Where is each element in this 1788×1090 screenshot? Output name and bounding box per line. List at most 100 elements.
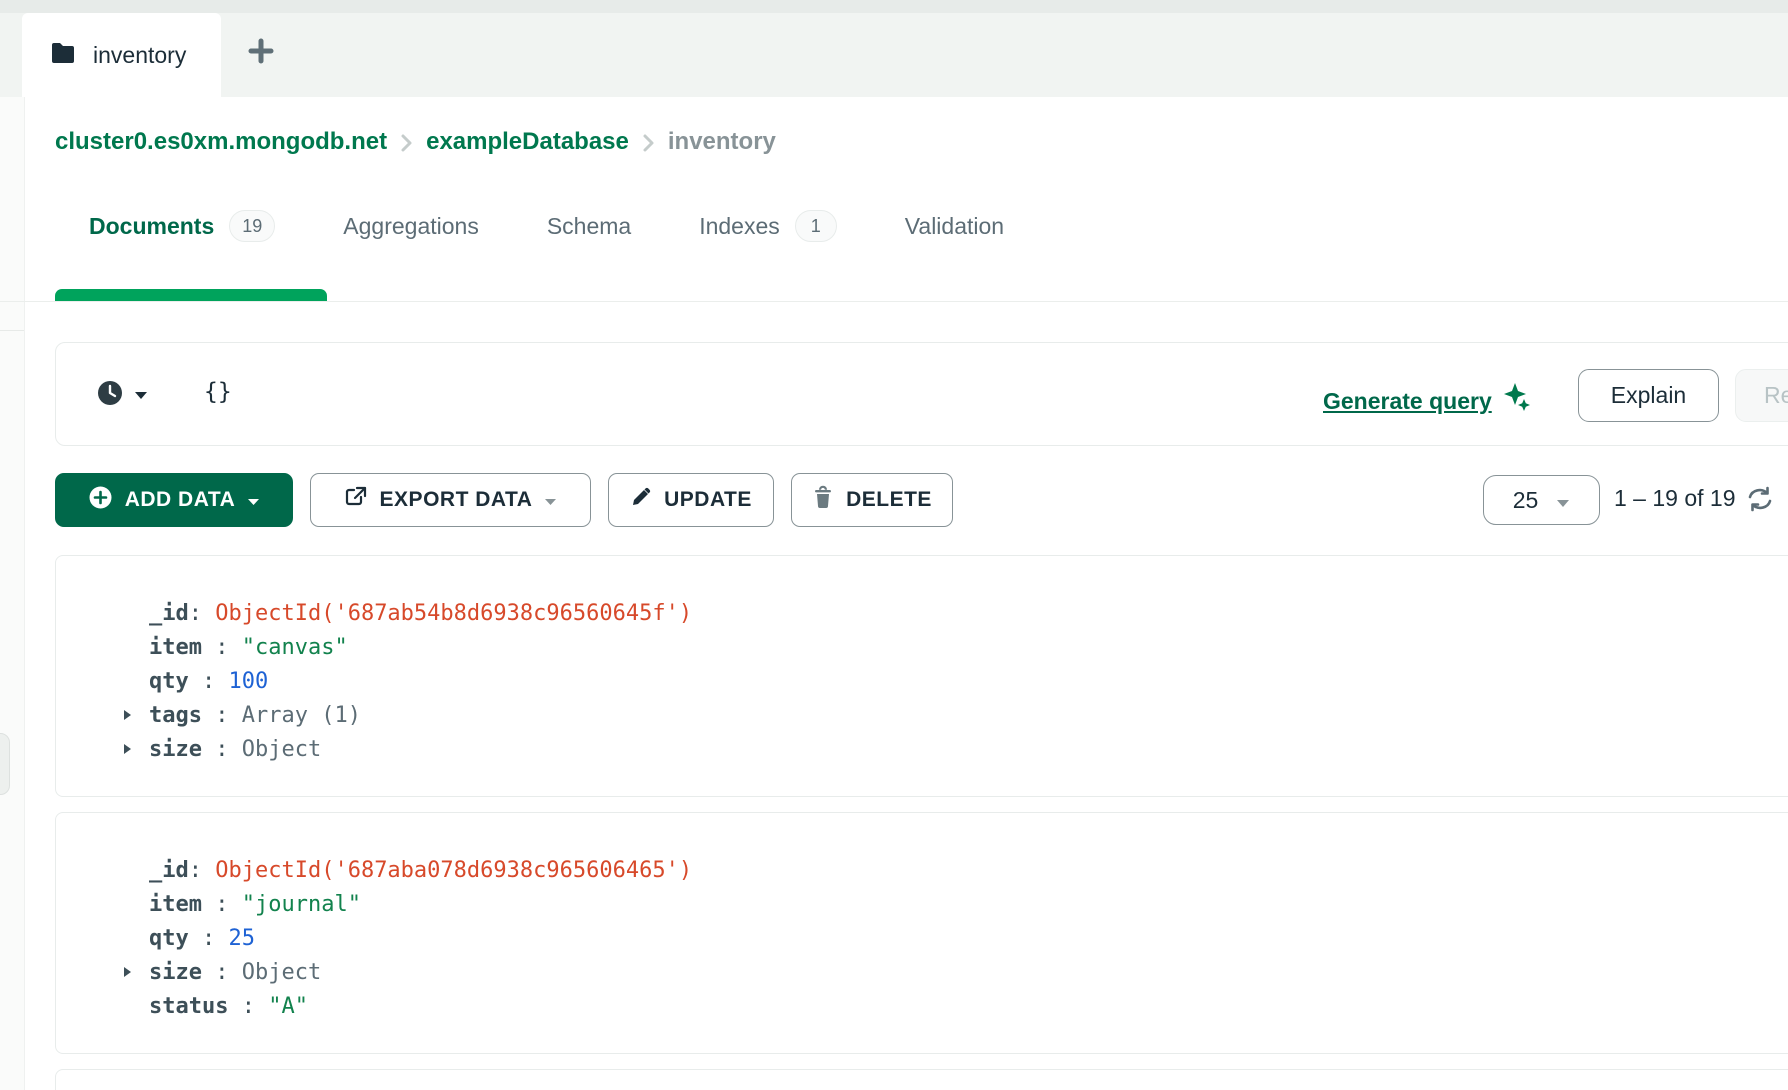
- tab-indexes-label: Indexes: [699, 213, 780, 240]
- breadcrumb-cluster[interactable]: cluster0.es0xm.mongodb.net: [55, 128, 387, 156]
- breadcrumb-collection: inventory: [668, 128, 776, 156]
- field-key: qty: [149, 669, 189, 694]
- document-card[interactable]: _id : ObjectId('687aba078d6938c965606465…: [55, 812, 1788, 1054]
- field-value: "journal": [242, 892, 361, 917]
- field-value: 100: [229, 669, 269, 694]
- tabbar-top-strip: [0, 0, 1788, 13]
- field-key: _id: [149, 858, 189, 883]
- tab-indexes[interactable]: Indexes 1: [665, 210, 871, 242]
- update-button[interactable]: UPDATE: [608, 473, 774, 527]
- crud-toolbar: ADD DATA EXPORT DATA UPDATE: [0, 473, 1788, 527]
- breadcrumb: cluster0.es0xm.mongodb.net exampleDataba…: [55, 128, 776, 156]
- field-value: ObjectId('687ab54b8d6938c96560645f'): [215, 601, 692, 626]
- field-key: qty: [149, 926, 189, 951]
- field-key: item: [149, 892, 202, 917]
- explain-button-label: Explain: [1611, 382, 1686, 409]
- field-separator: :: [202, 960, 242, 985]
- field-key: _id: [149, 601, 189, 626]
- tabs-divider: [0, 301, 1788, 302]
- tab-aggregations[interactable]: Aggregations: [309, 213, 513, 240]
- field-value: ObjectId('687aba078d6938c965606465'): [215, 858, 692, 883]
- caret-down-icon: [544, 488, 557, 512]
- folder-icon: [50, 42, 76, 69]
- generate-query-label: Generate query: [1323, 388, 1492, 415]
- query-filter-input[interactable]: {}: [204, 379, 232, 405]
- add-data-button[interactable]: ADD DATA: [55, 473, 293, 527]
- document-field-row: item : "canvas": [149, 630, 1788, 664]
- field-separator: :: [189, 858, 216, 883]
- plus-circle-icon: [88, 485, 113, 516]
- caret-down-icon: [1556, 487, 1570, 514]
- export-data-label: EXPORT DATA: [380, 488, 533, 512]
- field-key: tags: [149, 703, 202, 728]
- field-separator: :: [189, 601, 216, 626]
- caret-down-icon: [134, 387, 148, 405]
- field-separator: :: [228, 994, 268, 1019]
- workspace-tab-inventory[interactable]: inventory: [22, 13, 221, 97]
- delete-button[interactable]: DELETE: [791, 473, 953, 527]
- field-key: item: [149, 635, 202, 660]
- chevron-right-icon: [400, 131, 413, 153]
- delete-label: DELETE: [846, 488, 932, 512]
- expand-caret-icon[interactable]: [122, 965, 149, 979]
- document-field-row: item : "journal": [149, 887, 1788, 921]
- sidebar-resize-handle[interactable]: [0, 733, 10, 795]
- tab-validation[interactable]: Validation: [871, 213, 1038, 240]
- trash-icon: [812, 485, 834, 515]
- tab-documents-label: Documents: [89, 213, 214, 240]
- document-field-row: status : "A": [149, 989, 1788, 1023]
- plus-icon: [247, 37, 275, 70]
- pagination-range: 1 – 19 of 19: [1614, 485, 1736, 512]
- export-icon: [344, 485, 368, 515]
- document-card[interactable]: _id : ObjectId('687ab54b8d6938c96560645f…: [55, 555, 1788, 797]
- field-separator: :: [189, 926, 229, 951]
- clock-history-icon: [96, 379, 124, 412]
- pencil-icon: [630, 486, 652, 514]
- tab-schema[interactable]: Schema: [513, 213, 665, 240]
- expand-caret-icon[interactable]: [122, 742, 149, 756]
- document-field-row: qty : 25: [149, 921, 1788, 955]
- refresh-icon: [1745, 485, 1775, 518]
- documents-count-badge: 19: [229, 210, 275, 242]
- field-separator: :: [189, 669, 229, 694]
- query-bar: {} Generate query Explain Reset: [55, 342, 1788, 446]
- export-data-button[interactable]: EXPORT DATA: [310, 473, 591, 527]
- field-key: size: [149, 737, 202, 762]
- workspace-tab-label: inventory: [93, 42, 186, 69]
- field-value: 25: [229, 926, 256, 951]
- expand-caret-icon[interactable]: [122, 708, 149, 722]
- chevron-right-icon: [642, 131, 655, 153]
- document-field-row: qty : 100: [149, 664, 1788, 698]
- reset-button[interactable]: Reset: [1735, 369, 1788, 422]
- collection-tabs: Documents 19 Aggregations Schema Indexes…: [55, 203, 1038, 249]
- tab-schema-label: Schema: [547, 213, 631, 240]
- indexes-count-badge: 1: [795, 210, 837, 242]
- document-field-row: _id : ObjectId('687ab54b8d6938c96560645f…: [149, 596, 1788, 630]
- query-history-button[interactable]: [96, 379, 148, 412]
- field-key: status: [149, 994, 228, 1019]
- tab-validation-label: Validation: [905, 213, 1004, 240]
- explain-button[interactable]: Explain: [1578, 369, 1719, 422]
- field-value: "A": [268, 994, 308, 1019]
- add-data-label: ADD DATA: [125, 488, 236, 512]
- field-separator: :: [202, 737, 242, 762]
- page-size-select[interactable]: 25: [1483, 475, 1600, 525]
- generate-query-link[interactable]: Generate query: [1323, 381, 1532, 421]
- document-card[interactable]: _id : ObjectId('687aba078d6938c965606466…: [55, 1069, 1788, 1090]
- page-size-value: 25: [1513, 487, 1539, 514]
- reset-button-label: Reset: [1764, 382, 1788, 409]
- document-list: _id : ObjectId('687ab54b8d6938c96560645f…: [55, 555, 1788, 1090]
- document-field-row: size : Object: [149, 955, 1788, 989]
- breadcrumb-database[interactable]: exampleDatabase: [426, 128, 629, 156]
- field-separator: :: [202, 892, 242, 917]
- field-value: Object: [242, 960, 321, 985]
- field-key: size: [149, 960, 202, 985]
- field-value: "canvas": [242, 635, 348, 660]
- tab-aggregations-label: Aggregations: [343, 213, 479, 240]
- refresh-button[interactable]: [1742, 483, 1778, 519]
- sparkle-icon: [1502, 381, 1532, 421]
- tab-documents[interactable]: Documents 19: [55, 210, 309, 242]
- field-value: Object: [242, 737, 321, 762]
- new-tab-button[interactable]: [236, 28, 286, 78]
- field-separator: :: [202, 703, 242, 728]
